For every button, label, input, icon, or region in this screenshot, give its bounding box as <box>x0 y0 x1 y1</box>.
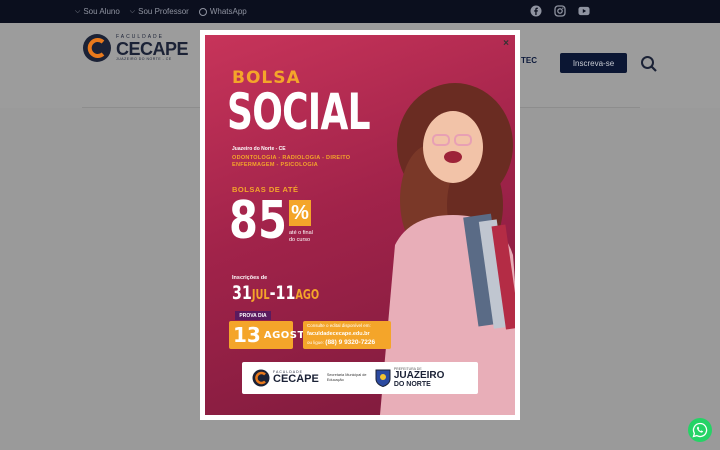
footer-pref-sub: DO NORTE <box>393 381 431 389</box>
poster-courses-line1: ODONTOLOGIA - RADIOLOGIA - DIREITO <box>232 155 351 161</box>
coat-of-arms-icon <box>375 369 391 387</box>
poster-city: Juazeiro do Norte - CE <box>232 146 286 152</box>
info-phone: (88) 9 9320-7226 <box>325 339 376 347</box>
poster-info-box: Consulte o edital disponível em: faculda… <box>303 321 391 349</box>
poster-footer: FACULDADE CECAPE Secretaria Municipal de… <box>242 362 478 394</box>
top-link-label: WhatsApp <box>209 7 247 16</box>
site-logo[interactable]: FACULDADE CECAPE JUAZEIRO DO NORTE - CE <box>82 33 189 63</box>
search-icon[interactable] <box>640 55 658 73</box>
date-start-month: JUL <box>251 288 270 303</box>
whatsapp-icon <box>198 7 207 16</box>
info-phone-line: ou ligue: (88) 9 9320-7226 <box>307 339 387 347</box>
footer-secretaria: Secretaria Municipal de Educação <box>326 373 367 382</box>
logo-subtitle: JUAZEIRO DO NORTE - CE <box>116 56 172 61</box>
whatsapp-float-button[interactable] <box>688 418 712 442</box>
logo-text: FACULDADE CECAPE JUAZEIRO DO NORTE - CE <box>116 34 189 62</box>
top-link-sou-professor[interactable]: ⌵ Sou Professor <box>130 7 189 16</box>
top-bar: ⌵ Sou Aluno ⌵ Sou Professor WhatsApp <box>0 0 720 23</box>
social-links <box>530 5 590 17</box>
poster-inscricoes-label: Inscrições de <box>232 275 268 281</box>
top-link-whatsapp[interactable]: WhatsApp <box>198 7 247 16</box>
poster-dates: 31JUL-11AGO <box>232 282 319 304</box>
close-button[interactable]: × <box>500 38 512 50</box>
poster-percent-value: 85 <box>229 191 287 251</box>
date-end-day: 11 <box>275 282 296 304</box>
footer-logo-name: CECAPE <box>273 373 319 386</box>
facebook-icon[interactable] <box>530 5 542 17</box>
poster-social: SOCIAL <box>227 83 371 141</box>
poster-prova-tag: PROVA DIA <box>235 311 271 320</box>
poster-ate-final-1: até o final <box>289 230 313 236</box>
nav-item-tec[interactable]: TEC <box>521 56 537 65</box>
poster-percent-sign: % <box>289 200 311 226</box>
footer-cecape-logo: FACULDADE CECAPE <box>252 369 319 387</box>
info-ligue: ou ligue: <box>307 340 325 346</box>
prova-day: 13 <box>233 323 261 347</box>
promo-poster[interactable]: BOLSA SOCIAL Juazeiro do Norte - CE ODON… <box>205 35 515 415</box>
poster-prova-date: 13 AGOSTO <box>229 321 313 349</box>
logo-mark-icon <box>252 369 270 387</box>
top-link-sou-aluno[interactable]: ⌵ Sou Aluno <box>75 7 120 16</box>
footer-prefeitura: PREFEITURA DE JUAZEIRO DO NORTE <box>375 367 445 389</box>
poster-ate-final-2: do curso <box>289 237 311 243</box>
whatsapp-icon <box>692 422 708 438</box>
top-link-label: Sou Professor <box>138 7 189 16</box>
footer-pref-big: JUAZEIRO <box>393 370 445 382</box>
date-end-month: AGO <box>295 288 320 303</box>
info-site: faculdadececape.edu.br <box>307 330 370 337</box>
youtube-icon[interactable] <box>578 5 590 17</box>
top-link-label: Sou Aluno <box>83 7 120 16</box>
info-line1: Consulte o edital disponível em: <box>307 323 371 328</box>
poster-courses-line2: ENFERMAGEM - PSICOLOGIA <box>232 162 319 168</box>
instagram-icon[interactable] <box>554 5 566 17</box>
inscreva-se-button[interactable]: Inscreva-se <box>560 53 627 73</box>
top-links: ⌵ Sou Aluno ⌵ Sou Professor WhatsApp <box>75 0 247 23</box>
logo-mark-icon <box>83 34 111 62</box>
chevron-down-icon: ⌵ <box>129 7 136 15</box>
logo-name: CECAPE <box>116 38 189 59</box>
date-start-day: 31 <box>232 282 252 304</box>
chevron-down-icon: ⌵ <box>75 7 81 15</box>
